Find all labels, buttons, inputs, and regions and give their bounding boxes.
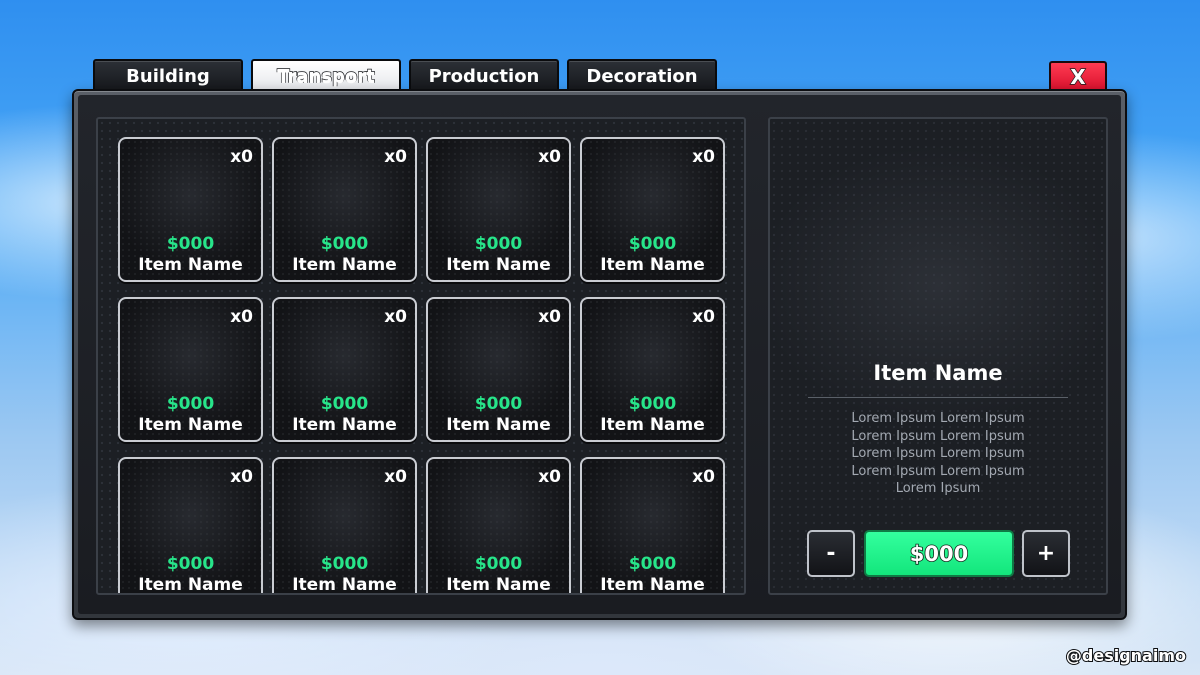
item-quantity: x0 xyxy=(538,147,561,167)
detail-item-name: Item Name xyxy=(873,361,1003,385)
tab-label: Building xyxy=(126,65,210,87)
item-name: Item Name xyxy=(446,255,551,275)
item-card[interactable]: x0 $000 Item Name xyxy=(580,297,725,442)
tab-label: Production xyxy=(428,65,540,87)
tab-transport[interactable]: Transport xyxy=(251,59,401,91)
description-line: Lorem Ipsum Lorem Ipsum xyxy=(851,428,1025,444)
item-price: $000 xyxy=(628,394,677,414)
item-price: $000 xyxy=(474,394,523,414)
item-name: Item Name xyxy=(600,255,705,275)
item-price: $000 xyxy=(474,554,523,574)
increase-quantity-button[interactable]: + xyxy=(1022,530,1070,577)
item-name: Item Name xyxy=(292,415,397,435)
item-quantity: x0 xyxy=(230,147,253,167)
buy-price-label: $000 xyxy=(909,541,969,567)
item-quantity: x0 xyxy=(230,307,253,327)
item-card[interactable]: x0 $000 Item Name xyxy=(426,297,571,442)
description-line: Lorem Ipsum xyxy=(895,481,981,496)
item-detail-panel: Item Name Lorem Ipsum Lorem Ipsum Lorem … xyxy=(768,117,1108,595)
item-name: Item Name xyxy=(292,255,397,275)
detail-description: Lorem Ipsum Lorem Ipsum Lorem Ipsum Lore… xyxy=(810,410,1066,498)
close-icon: X xyxy=(1070,64,1087,89)
item-price: $000 xyxy=(320,394,369,414)
tab-building[interactable]: Building xyxy=(93,59,243,91)
item-quantity: x0 xyxy=(384,467,407,487)
item-card[interactable]: x0 $000 Item Name xyxy=(272,297,417,442)
item-grid-panel[interactable]: x0 $000 Item Name x0 $000 Item Name x0 $000 It… xyxy=(96,117,746,595)
item-card[interactable]: x0 $000 Item Name xyxy=(426,457,571,595)
item-card[interactable]: x0 $000 Item Name xyxy=(272,457,417,595)
item-price: $000 xyxy=(166,234,215,254)
item-quantity: x0 xyxy=(230,467,253,487)
category-tabs: Building Transport Production Decoration xyxy=(93,59,717,91)
item-name: Item Name xyxy=(446,575,551,595)
minus-icon: - xyxy=(826,541,836,566)
item-quantity: x0 xyxy=(538,307,561,327)
shop-window: x0 $000 Item Name x0 $000 Item Name x0 $000 It… xyxy=(72,89,1127,620)
item-name: Item Name xyxy=(138,415,243,435)
item-quantity: x0 xyxy=(692,147,715,167)
item-card[interactable]: x0 $000 Item Name xyxy=(426,137,571,282)
item-card[interactable]: x0 $000 Item Name xyxy=(118,137,263,282)
item-card[interactable]: x0 $000 Item Name xyxy=(580,457,725,595)
item-price: $000 xyxy=(628,234,677,254)
item-quantity: x0 xyxy=(384,307,407,327)
item-price: $000 xyxy=(166,394,215,414)
item-name: Item Name xyxy=(138,255,243,275)
description-line: Lorem Ipsum Lorem Ipsum xyxy=(851,463,1025,479)
item-price: $000 xyxy=(166,554,215,574)
item-card[interactable]: x0 $000 Item Name xyxy=(580,137,725,282)
tab-label: Transport xyxy=(277,65,376,87)
detail-divider xyxy=(808,397,1068,398)
tab-production[interactable]: Production xyxy=(409,59,559,91)
item-price: $000 xyxy=(320,554,369,574)
item-quantity: x0 xyxy=(692,307,715,327)
item-quantity: x0 xyxy=(538,467,561,487)
tab-label: Decoration xyxy=(586,65,698,87)
item-price: $000 xyxy=(320,234,369,254)
item-card[interactable]: x0 $000 Item Name xyxy=(118,457,263,595)
close-button[interactable]: X xyxy=(1049,61,1107,91)
description-line: Lorem Ipsum Lorem Ipsum xyxy=(851,411,1025,426)
watermark: @designaimo xyxy=(1065,645,1187,666)
plus-icon: + xyxy=(1036,541,1056,566)
item-price: $000 xyxy=(474,234,523,254)
item-grid: x0 $000 Item Name x0 $000 Item Name x0 $000 It… xyxy=(118,137,725,595)
item-card[interactable]: x0 $000 Item Name xyxy=(118,297,263,442)
shop-window-body: x0 $000 Item Name x0 $000 Item Name x0 $000 It… xyxy=(78,95,1121,614)
buy-button[interactable]: $000 xyxy=(864,530,1014,577)
item-quantity: x0 xyxy=(692,467,715,487)
item-name: Item Name xyxy=(292,575,397,595)
watermark-text: @designaimo xyxy=(1065,645,1187,666)
item-price: $000 xyxy=(628,554,677,574)
description-line: Lorem Ipsum Lorem Ipsum xyxy=(851,446,1025,461)
item-name: Item Name xyxy=(600,575,705,595)
tab-decoration[interactable]: Decoration xyxy=(567,59,717,91)
item-name: Item Name xyxy=(600,415,705,435)
item-card[interactable]: x0 $000 Item Name xyxy=(272,137,417,282)
item-name: Item Name xyxy=(138,575,243,595)
decrease-quantity-button[interactable]: - xyxy=(807,530,855,577)
item-quantity: x0 xyxy=(384,147,407,167)
item-name: Item Name xyxy=(446,415,551,435)
